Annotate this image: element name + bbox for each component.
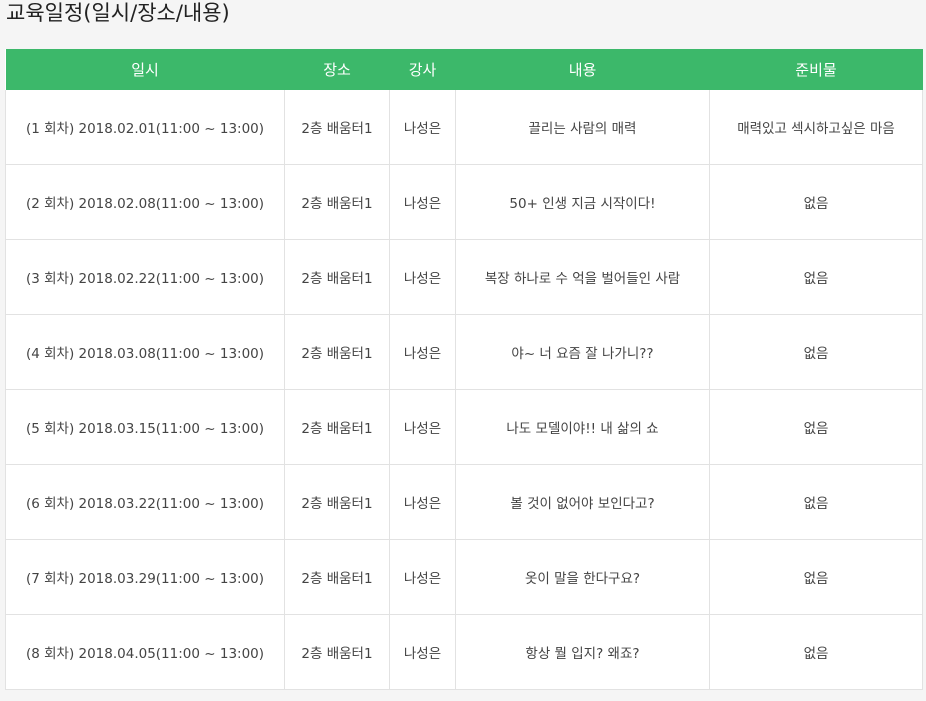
cell-materials: 매력있고 섹시하고싶은 마음	[709, 90, 923, 165]
page-title: 교육일정(일시/장소/내용)	[6, 1, 230, 25]
table-row: (7 회차) 2018.03.29(11:00 ~ 13:00) 2층 배움터1 나…	[5, 539, 923, 615]
cell-content: 볼 것이 없어야 보인다고?	[455, 464, 710, 540]
column-header-materials: 준비물	[709, 49, 923, 90]
cell-materials: 없음	[709, 239, 923, 315]
cell-location: 2층 배움터1	[284, 314, 390, 390]
cell-datetime: (8 회차) 2018.04.05(11:00 ~ 13:00)	[5, 614, 285, 690]
cell-location: 2층 배움터1	[284, 239, 390, 315]
cell-location: 2층 배움터1	[284, 90, 390, 165]
table-row: (1 회차) 2018.02.01(11:00 ~ 13:00) 2층 배움터1 나…	[5, 90, 923, 165]
cell-materials: 없음	[709, 614, 923, 690]
cell-instructor: 나성은	[389, 164, 456, 240]
cell-datetime: (6 회차) 2018.03.22(11:00 ~ 13:00)	[5, 464, 285, 540]
cell-instructor: 나성은	[389, 314, 456, 390]
cell-materials: 없음	[709, 539, 923, 615]
cell-content: 옷이 말을 한다구요?	[455, 539, 710, 615]
cell-instructor: 나성은	[389, 389, 456, 465]
table-row: (3 회차) 2018.02.22(11:00 ~ 13:00) 2층 배움터1 나…	[5, 239, 923, 315]
cell-materials: 없음	[709, 464, 923, 540]
table-row: (6 회차) 2018.03.22(11:00 ~ 13:00) 2층 배움터1 나…	[5, 464, 923, 540]
cell-datetime: (2 회차) 2018.02.08(11:00 ~ 13:00)	[5, 164, 285, 240]
table-row: (8 회차) 2018.04.05(11:00 ~ 13:00) 2층 배움터1 나…	[5, 614, 923, 690]
table-row: (4 회차) 2018.03.08(11:00 ~ 13:00) 2층 배움터1 나…	[5, 314, 923, 390]
cell-content: 항상 뭘 입지? 왜죠?	[455, 614, 710, 690]
cell-content: 50+ 인생 지금 시작이다!	[455, 164, 710, 240]
cell-instructor: 나성은	[389, 614, 456, 690]
cell-datetime: (5 회차) 2018.03.15(11:00 ~ 13:00)	[5, 389, 285, 465]
cell-content: 나도 모델이야!! 내 삶의 쇼	[455, 389, 710, 465]
cell-materials: 없음	[709, 164, 923, 240]
cell-location: 2층 배움터1	[284, 614, 390, 690]
column-header-location: 장소	[284, 49, 390, 90]
cell-instructor: 나성은	[389, 239, 456, 315]
cell-location: 2층 배움터1	[284, 539, 390, 615]
column-header-instructor: 강사	[389, 49, 456, 90]
table-row: (2 회차) 2018.02.08(11:00 ~ 13:00) 2층 배움터1 나…	[5, 164, 923, 240]
cell-content: 끌리는 사람의 매력	[455, 90, 710, 165]
cell-instructor: 나성은	[389, 539, 456, 615]
column-header-content: 내용	[455, 49, 710, 90]
cell-location: 2층 배움터1	[284, 464, 390, 540]
cell-materials: 없음	[709, 314, 923, 390]
cell-location: 2층 배움터1	[284, 389, 390, 465]
cell-content: 복장 하나로 수 억을 벌어들인 사람	[455, 239, 710, 315]
cell-instructor: 나성은	[389, 90, 456, 165]
cell-materials: 없음	[709, 389, 923, 465]
schedule-table: 일시 장소 강사 내용 준비물 (1 회차) 2018.02.01(11:00 …	[5, 49, 923, 690]
table-row: (5 회차) 2018.03.15(11:00 ~ 13:00) 2층 배움터1 나…	[5, 389, 923, 465]
cell-datetime: (4 회차) 2018.03.08(11:00 ~ 13:00)	[5, 314, 285, 390]
cell-content: 야~ 너 요즘 잘 나가니??	[455, 314, 710, 390]
column-header-datetime: 일시	[5, 49, 285, 90]
cell-datetime: (1 회차) 2018.02.01(11:00 ~ 13:00)	[5, 90, 285, 165]
header-row: 일시 장소 강사 내용 준비물	[5, 49, 923, 90]
cell-location: 2층 배움터1	[284, 164, 390, 240]
cell-datetime: (7 회차) 2018.03.29(11:00 ~ 13:00)	[5, 539, 285, 615]
cell-datetime: (3 회차) 2018.02.22(11:00 ~ 13:00)	[5, 239, 285, 315]
cell-instructor: 나성은	[389, 464, 456, 540]
